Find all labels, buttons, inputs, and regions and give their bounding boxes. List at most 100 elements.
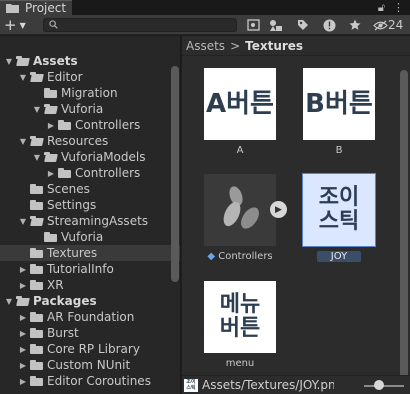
- hidden-packages-toggle[interactable]: 24: [373, 17, 403, 33]
- thumb-text: 메뉴: [219, 292, 261, 317]
- expand-arrow-closed-icon[interactable]: ▶: [46, 121, 56, 130]
- prefab-cube-icon: ◆: [207, 251, 216, 262]
- tree-item-textures[interactable]: Textures: [0, 245, 180, 261]
- tree-item-label: TutorialInfo: [47, 262, 114, 276]
- tree-item-label: Settings: [47, 198, 97, 212]
- tree-item-assets[interactable]: ▼ Assets: [0, 53, 180, 69]
- expand-arrow-open-icon[interactable]: ▼: [4, 57, 14, 66]
- model-thumbnail: [204, 174, 276, 246]
- expand-arrow-open-icon[interactable]: ▼: [18, 217, 28, 226]
- tree-item-label: Editor: [47, 70, 83, 84]
- folder-icon: [30, 280, 43, 290]
- folder-icon: [30, 376, 43, 386]
- thumb-text: B버튼: [305, 89, 373, 119]
- tree-item-vuforia[interactable]: Vuforia: [0, 229, 180, 245]
- tree-item-core-rp-library[interactable]: ▶ Core RP Library: [0, 341, 180, 357]
- expand-arrow-open-icon[interactable]: ▼: [4, 297, 14, 306]
- tree-item-custom-nunit[interactable]: ▶ Custom NUnit: [0, 357, 180, 373]
- expand-arrow-closed-icon[interactable]: ▶: [18, 265, 28, 274]
- thumb-text: 스틱: [318, 209, 360, 234]
- tree-item-migration[interactable]: Migration: [0, 85, 180, 101]
- add-asset-button[interactable]: + ▼: [4, 16, 26, 34]
- search-input[interactable]: [60, 19, 230, 31]
- expand-arrow-closed-icon[interactable]: ▶: [18, 361, 28, 370]
- tree-item-editor[interactable]: ▼ Editor: [0, 69, 180, 85]
- expand-arrow-closed-icon[interactable]: ▶: [18, 377, 28, 386]
- favorites-star-icon[interactable]: [349, 17, 361, 33]
- tree-item-label: Scenes: [47, 182, 90, 196]
- status-bar: 조이 스틱 Assets/Textures/JOY.png: [182, 375, 410, 394]
- tree-item-label: Migration: [61, 86, 118, 100]
- lock-icon[interactable]: 🔓︎: [378, 1, 385, 15]
- asset-label: A: [236, 145, 244, 156]
- expand-arrow-closed-icon[interactable]: ▶: [46, 169, 56, 178]
- folder-icon: [30, 344, 43, 354]
- folder-open-icon: [16, 56, 29, 66]
- folder-icon: [30, 248, 43, 258]
- folder-icon: [30, 328, 43, 338]
- thumb-text: 버튼: [219, 316, 261, 341]
- warning-filter-icon[interactable]: [323, 17, 336, 33]
- tree-item-settings[interactable]: Settings: [0, 197, 180, 213]
- tree-item-vuforia[interactable]: ▼ Vuforia: [0, 101, 180, 117]
- hidden-count: 24: [388, 18, 404, 32]
- tree-item-controllers[interactable]: ▶ Controllers: [0, 117, 180, 133]
- breadcrumb-assets[interactable]: Assets: [186, 39, 225, 53]
- tab-label: Project: [25, 1, 67, 15]
- tree-item-label: Textures: [47, 246, 98, 260]
- tree-item-xr[interactable]: ▶ XR: [0, 277, 180, 293]
- asset-label: B: [335, 145, 343, 156]
- tree-item-label: Custom NUnit: [47, 358, 131, 372]
- search-box[interactable]: [43, 18, 237, 32]
- zoom-slider-track[interactable]: [364, 385, 404, 387]
- controller-model-icon: [223, 186, 259, 229]
- tree-item-streamingassets[interactable]: ▼ StreamingAssets: [0, 213, 180, 229]
- tree-item-burst[interactable]: ▶ Burst: [0, 325, 180, 341]
- kebab-menu-icon[interactable]: ⋮: [393, 1, 404, 15]
- tree-item-packages[interactable]: ▼ Packages: [0, 293, 180, 309]
- selected-asset-thumbnail: 조이 스틱: [184, 378, 198, 392]
- tree-item-editor-coroutines[interactable]: ▶ Editor Coroutines: [0, 373, 180, 389]
- folder-open-icon: [30, 216, 43, 226]
- search-by-type-icon[interactable]: [247, 17, 260, 33]
- folder-open-icon: [44, 104, 57, 114]
- expand-arrow-closed-icon[interactable]: ▶: [18, 281, 28, 290]
- expand-arrow-open-icon[interactable]: ▼: [32, 105, 42, 114]
- tree-item-label: Editor Coroutines: [47, 374, 151, 388]
- expand-arrow-open-icon[interactable]: ▼: [32, 153, 42, 162]
- play-preview-icon[interactable]: ▶: [270, 201, 287, 218]
- tree-item-vuforiamodels[interactable]: ▼ VuforiaModels: [0, 149, 180, 165]
- breadcrumb: Assets > Textures: [182, 36, 410, 56]
- tab-strip: Project 🔓︎ ⋮: [0, 0, 410, 15]
- project-tab[interactable]: Project: [0, 0, 72, 15]
- folder-open-icon: [16, 296, 29, 306]
- folder-icon: [58, 120, 71, 130]
- thumb-text: A버튼: [206, 89, 274, 119]
- filter-by-label-icon[interactable]: [297, 17, 309, 33]
- thumb-text: 조이: [318, 185, 360, 210]
- tree-item-tutorialinfo[interactable]: ▶ TutorialInfo: [0, 261, 180, 277]
- breadcrumb-separator: >: [230, 38, 241, 53]
- tree-item-ar-foundation[interactable]: ▶ AR Foundation: [0, 309, 180, 325]
- expand-arrow-open-icon[interactable]: ▼: [18, 137, 28, 146]
- expand-arrow-closed-icon[interactable]: ▶: [18, 345, 28, 354]
- folder-icon: [58, 168, 71, 178]
- expand-arrow-closed-icon[interactable]: ▶: [18, 329, 28, 338]
- tree-item-scenes[interactable]: Scenes: [0, 181, 180, 197]
- tree-item-label: Burst: [47, 326, 79, 340]
- breadcrumb-textures[interactable]: Textures: [245, 39, 303, 53]
- zoom-slider-knob[interactable]: [374, 380, 384, 390]
- asset-label: menu: [225, 358, 255, 369]
- expand-arrow-open-icon[interactable]: ▼: [18, 73, 28, 82]
- tree-scrollbar[interactable]: [171, 66, 179, 282]
- folder-open-icon: [44, 152, 57, 162]
- tree-item-label: Core RP Library: [47, 342, 140, 356]
- filter-by-type-icon[interactable]: [269, 17, 283, 33]
- expand-arrow-closed-icon[interactable]: ▶: [18, 313, 28, 322]
- texture-thumbnail: 조이 스틱: [303, 174, 375, 246]
- grid-scrollbar[interactable]: [400, 70, 408, 387]
- folder-icon: [30, 360, 43, 370]
- tree-item-controllers[interactable]: ▶ Controllers: [0, 165, 180, 181]
- folder-icon: [30, 312, 43, 322]
- tree-item-resources[interactable]: ▼ Resources: [0, 133, 180, 149]
